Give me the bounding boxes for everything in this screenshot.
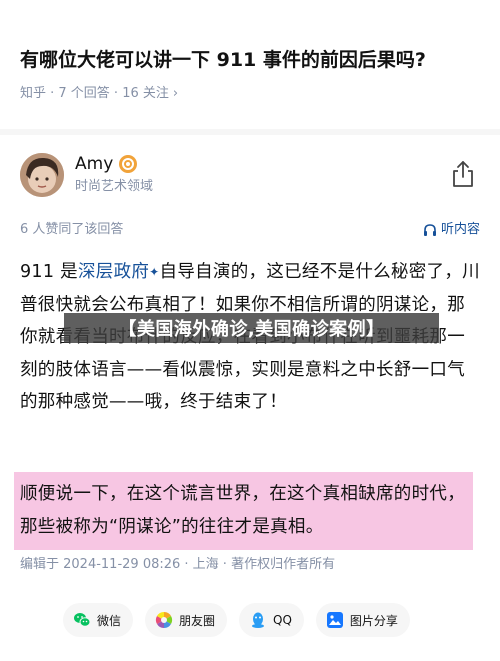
headphones-icon xyxy=(423,224,436,236)
share-icon[interactable] xyxy=(450,160,476,188)
answer-text-start: 911 是 xyxy=(20,262,78,282)
qq-icon xyxy=(252,612,265,628)
section-divider xyxy=(0,129,500,135)
moments-icon xyxy=(155,611,173,629)
share-moments-label: 朋友圈 xyxy=(179,613,216,628)
chevron-right-icon: › xyxy=(172,86,179,101)
image-share-icon xyxy=(326,612,343,628)
author-bio: 时尚艺术领域 xyxy=(75,179,154,194)
topic-link-marker: ✦ xyxy=(149,265,160,279)
highlighted-paragraph: 顺便说一下，在这个谎言世界，在这个真相缺席的时代，那些被称为“阴谋论”的往往才是… xyxy=(20,484,465,537)
author-name[interactable]: Amy xyxy=(75,153,113,175)
question-meta-text: 知乎 · 7 个回答 · 16 关注 xyxy=(20,86,169,101)
creator-badge-icon xyxy=(119,155,138,173)
share-qq-label: QQ xyxy=(273,613,292,627)
share-image-label: 图片分享 xyxy=(349,613,398,628)
avatar-image xyxy=(20,153,64,197)
vote-count: 6 人赞同了该回答 xyxy=(20,222,124,237)
share-qq-button[interactable]: QQ xyxy=(239,603,304,637)
author-name-row[interactable]: Amy xyxy=(75,153,138,175)
share-image-button[interactable]: 图片分享 xyxy=(315,603,410,637)
overlay-banner-text: 【美国海外确诊,美国确诊案例】 xyxy=(118,319,385,340)
share-wechat-button[interactable]: 微信 xyxy=(63,603,134,637)
overlay-banner: 【美国海外确诊,美国确诊案例】 xyxy=(64,313,439,343)
avatar[interactable] xyxy=(20,153,64,197)
question-meta[interactable]: 知乎 · 7 个回答 · 16 关注 › xyxy=(20,85,178,103)
wechat-icon xyxy=(74,613,91,627)
question-title[interactable]: 有哪位大佬可以讲一下 911 事件的前因后果吗? xyxy=(20,46,485,74)
share-moments-button[interactable]: 朋友圈 xyxy=(145,603,228,637)
listen-button[interactable]: 听内容 xyxy=(423,221,480,239)
share-row: 微信 朋友圈 QQ 图片分享 xyxy=(63,603,443,637)
topic-link[interactable]: 深层政府 xyxy=(78,262,149,282)
share-wechat-label: 微信 xyxy=(97,613,122,628)
edit-info: 编辑于 2024-11-29 08:26 · 上海 · 著作权归作者所有 xyxy=(20,557,336,572)
listen-label: 听内容 xyxy=(440,222,480,237)
